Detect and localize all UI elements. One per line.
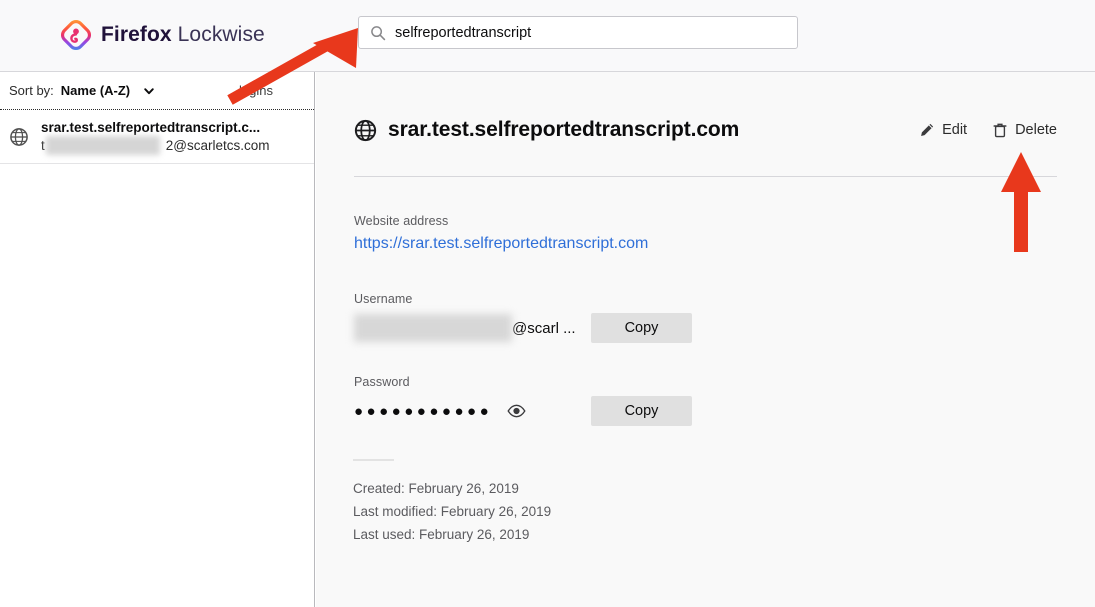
redaction-blur [46,136,160,155]
password-label: Password [354,375,692,389]
header-divider [354,176,1057,177]
page-title: srar.test.selfreportedtranscript.com [388,118,739,142]
search-icon [370,25,386,41]
list-item[interactable]: srar.test.selfreportedtranscript.c... t 2… [0,110,314,164]
copy-username-button[interactable]: Copy [591,313,692,343]
search-box[interactable] [358,16,798,49]
list-item-title: srar.test.selfreportedtranscript.c... [41,120,270,135]
username-label: Username [354,292,692,306]
delete-button[interactable]: Delete [992,122,1057,138]
username-value-visible: @scarl ... [512,320,576,337]
brand-name-lockwise: Lockwise [178,23,265,46]
redaction-blur [354,314,512,342]
website-address-link[interactable]: https://srar.test.selfreportedtranscript… [354,235,648,252]
globe-icon [9,127,29,147]
sort-by-label: Sort by: [9,83,54,98]
password-row: ●●●●●●●●●●● Copy [354,396,692,426]
detail-header: srar.test.selfreportedtranscript.com Edi… [354,118,1057,142]
meta-info: Created: February 26, 2019 Last modified… [353,477,551,546]
created-date: Created: February 26, 2019 [353,477,551,500]
edit-button[interactable]: Edit [919,122,967,138]
detail-actions: Edit Delete [919,122,1057,138]
copy-password-button[interactable]: Copy [591,396,692,426]
list-item-subtitle-suffix: 2@scarletcs.com [166,138,270,153]
sort-by-value[interactable]: Name (A-Z) [61,83,130,98]
brand-name: Firefox Lockwise [101,23,265,47]
list-item-subtitle: t 2@scarletcs.com [41,138,270,153]
lockwise-logo-icon [60,19,92,51]
lockwise-window: Firefox Lockwise Sort by: Name (A-Z) log… [0,0,1095,607]
password-masked-value: ●●●●●●●●●●● [354,403,492,420]
logins-sidebar: Sort by: Name (A-Z) logins srar.test.sel… [0,72,315,607]
login-detail-panel: srar.test.selfreportedtranscript.com Edi… [316,72,1095,607]
chevron-down-icon[interactable] [143,85,155,97]
eye-icon[interactable] [507,404,526,418]
brand-name-firefox: Firefox [101,23,172,46]
top-header-bar: Firefox Lockwise [0,0,1095,72]
edit-label: Edit [942,122,967,138]
pencil-icon [919,122,935,138]
logins-count-label: logins [239,83,273,98]
username-row: @scarl ... Copy [354,313,692,343]
meta-divider [353,459,394,461]
sort-bar: Sort by: Name (A-Z) logins [0,72,314,110]
list-item-texts: srar.test.selfreportedtranscript.c... t 2… [41,120,270,153]
website-address-field: Website address https://srar.test.selfre… [354,214,648,253]
search-input[interactable] [395,23,785,43]
password-value: ●●●●●●●●●●● [354,403,591,420]
password-field: Password ●●●●●●●●●●● Copy [354,375,692,426]
brand: Firefox Lockwise [60,19,265,51]
username-value: @scarl ... [354,320,591,337]
last-used-date: Last used: February 26, 2019 [353,523,551,546]
delete-label: Delete [1015,122,1057,138]
trash-icon [992,122,1008,138]
globe-icon [354,119,377,142]
last-modified-date: Last modified: February 26, 2019 [353,500,551,523]
list-item-subtitle-prefix: t [41,138,45,153]
username-field: Username @scarl ... Copy [354,292,692,343]
website-address-label: Website address [354,214,648,228]
